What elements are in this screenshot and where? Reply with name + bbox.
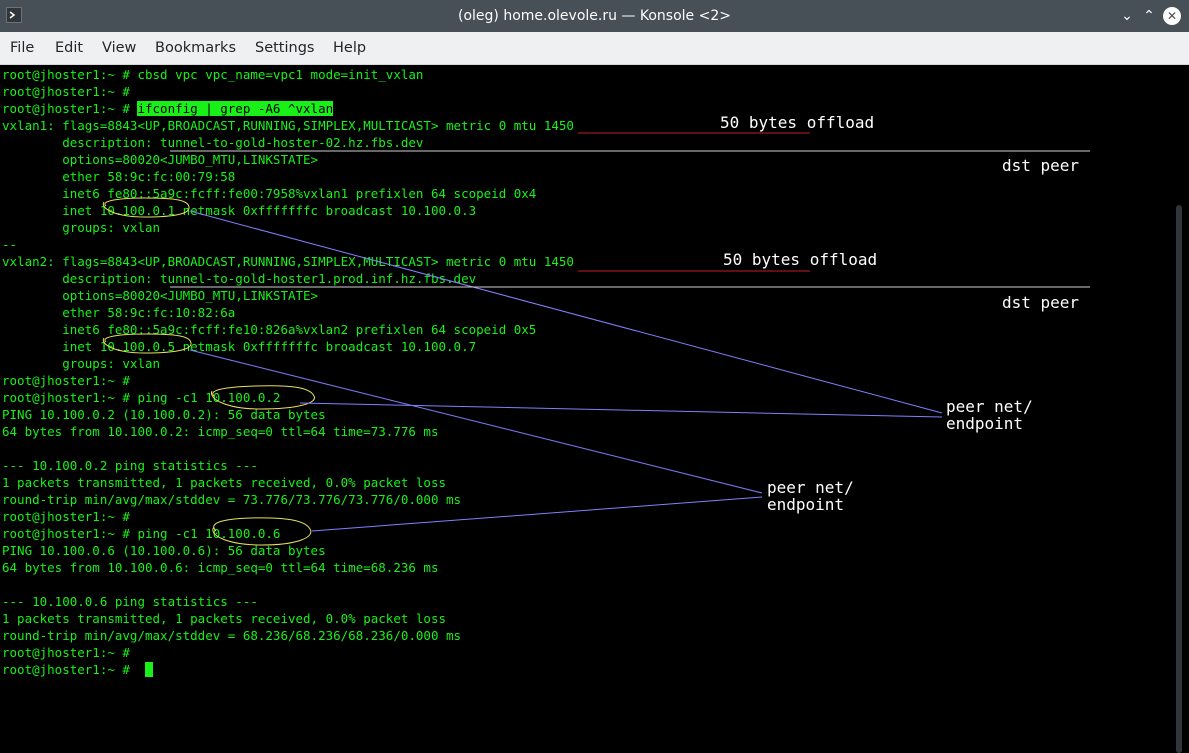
menubar: File Edit View Bookmarks Settings Help (0, 32, 1189, 65)
highlight-circle (102, 333, 192, 354)
highlight-circle (102, 197, 190, 218)
menu-settings[interactable]: Settings (255, 32, 314, 65)
annotation-text: dst peer (1002, 156, 1080, 175)
titlebar: (oleg) home.olevole.ru — Konsole <2> ⌄ ⌃… (0, 0, 1189, 32)
annotation-arrow (299, 402, 943, 418)
annotation-text: endpoint (767, 495, 845, 514)
annotation-text: peer net/ (946, 397, 1033, 416)
annotation-text: endpoint (946, 414, 1024, 433)
menu-help[interactable]: Help (333, 32, 366, 65)
chevron-down-icon[interactable]: ⌄ (1118, 7, 1136, 25)
annotation-text: dst peer (1002, 293, 1080, 312)
highlight-circle (210, 385, 315, 410)
menu-view[interactable]: View (102, 32, 136, 65)
menu-file[interactable]: File (10, 32, 34, 65)
menu-edit[interactable]: Edit (55, 32, 83, 65)
chevron-up-icon[interactable]: ⌃ (1140, 7, 1158, 25)
annotation-arrow (311, 496, 763, 532)
highlight-circle (212, 517, 312, 546)
annotation-arrow (189, 349, 763, 494)
menu-bookmarks[interactable]: Bookmarks (155, 32, 236, 65)
annotation-arrow (189, 210, 943, 414)
window-title: (oleg) home.olevole.ru — Konsole <2> (458, 8, 731, 24)
annotation-text: 50 bytes offload (723, 250, 878, 269)
close-icon[interactable]: ✕ (1163, 7, 1181, 25)
annotation-text: peer net/ (767, 478, 854, 497)
annotation-text: 50 bytes offload (720, 113, 875, 132)
terminal-view[interactable]: root@jhoster1:~ # cbsd vpc vpc_name=vpc1… (0, 65, 1189, 753)
